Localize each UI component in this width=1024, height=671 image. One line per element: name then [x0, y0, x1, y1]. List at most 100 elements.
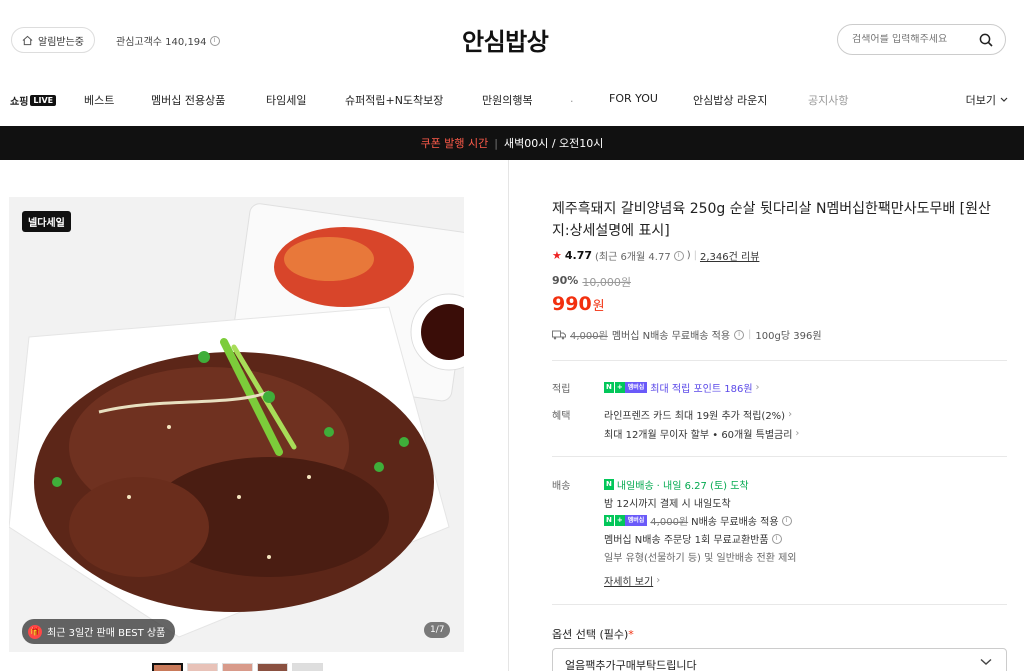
rating-recent: (최근 6개월 4.77 [595, 252, 671, 263]
option-label-text: 옵션 선택 (필수) [552, 628, 629, 641]
product-main-image[interactable] [9, 197, 464, 652]
discount-line: 90% 10,000원 [552, 274, 631, 290]
shipping-text: 멤버십 N배송 무료배송 적용 [611, 331, 731, 342]
best-seller-label: 최근 3일간 판매 BEST 상품 [47, 628, 166, 639]
info-icon[interactable]: i [781, 515, 792, 526]
review-count-link[interactable]: 2,346건 리뷰 [700, 248, 759, 263]
interest-count: 관심고객수 140,194 i [116, 33, 220, 48]
gift-icon: 🎁 [28, 624, 42, 639]
points-label: 적립 [552, 384, 571, 395]
column-divider [508, 160, 509, 671]
star-icon: ★ [552, 249, 562, 262]
nav-item-notice[interactable]: 공지사항 [808, 92, 848, 108]
sale-price: 990 원 [552, 293, 605, 315]
thumbnail-2[interactable] [187, 663, 218, 671]
search-box[interactable] [837, 24, 1006, 55]
rating-summary: ★ 4.77 (최근 6개월 4.77 i ) | 2,346건 리뷰 [552, 248, 759, 263]
info-icon[interactable]: i [734, 329, 745, 340]
price-unit: 원 [592, 299, 605, 314]
alarm-label: 알림받는중 [38, 36, 84, 48]
thumbnail-strip [152, 663, 323, 671]
npay-plus-badge: + [613, 382, 625, 393]
npay-membership-badge: N + 멤버십 [604, 382, 648, 393]
chevron-right-icon: › [755, 382, 760, 393]
coupon-separator: | [494, 136, 498, 150]
store-logo[interactable]: 안심밥상 [462, 22, 549, 57]
npay-n-mini: N [604, 479, 614, 490]
thumbnail-4[interactable] [257, 663, 288, 671]
rating-recent-close: ) [686, 250, 691, 261]
home-icon [22, 35, 33, 45]
search-input[interactable] [852, 34, 972, 45]
delivery-cutoff-text: 밤 12시까지 결제 시 내일도착 [604, 499, 731, 510]
perks-label: 혜택 [552, 411, 571, 422]
perk-card-text: 라인프렌즈 카드 최대 19원 추가 적립(2%) [604, 411, 786, 422]
npay-n-badge: N [604, 382, 614, 393]
delivery-eta-row: N 내일배송 · 내일 6.27 (토) 도착 [604, 477, 749, 492]
alarm-subscribe-button[interactable]: 알림받는중 [11, 27, 95, 53]
search-icon[interactable] [979, 33, 993, 47]
shopping-live-logo[interactable]: 쇼핑 LIVE [10, 93, 57, 108]
thumbnail-1[interactable] [152, 663, 183, 671]
shipping-summary: 4,000원 멤버십 N배송 무료배송 적용 i | 100g당 396원 [552, 327, 822, 342]
perk-installment-row[interactable]: 최대 12개월 무이자 할부 • 60개월 특별금리 › [604, 426, 799, 441]
shipping-original-fee: 4,000원 [570, 331, 608, 342]
next-day-badge: 내일배송 [616, 481, 654, 492]
divider [552, 456, 1007, 457]
delivery-return-row: 멤버십 N배송 주문당 1회 무료교환반품 i [604, 531, 782, 546]
nav-item-dot[interactable]: . [570, 92, 574, 105]
delivery-fee-row: N + 멤버십 4,000원 N배송 무료배송 적용 i [604, 513, 792, 528]
live-tag: LIVE [30, 95, 57, 106]
info-icon[interactable]: i [771, 533, 782, 544]
rating-score: 4.77 [564, 249, 593, 262]
info-icon[interactable]: i [209, 35, 220, 46]
delivery-eta: · 내일 6.27 (토) 도착 [656, 481, 749, 492]
bulgogi-photo [9, 197, 464, 652]
chevron-down-icon [980, 658, 992, 665]
coupon-time-bar: 쿠폰 발행 시간 | 새벽00시 / 오전10시 [0, 126, 1024, 160]
delivery-exclusion-row: 일부 유형(선물하기 등) 및 일반배송 전환 제외 [604, 549, 796, 564]
npay-membership-badge: N + 멤버십 [604, 515, 648, 526]
coupon-label: 쿠폰 발행 시간 [420, 137, 489, 150]
unit-price: 100g당 396원 [755, 331, 822, 342]
delivery-return-text: 멤버십 N배송 주문당 1회 무료교환반품 [604, 535, 769, 546]
thumbnail-3[interactable] [222, 663, 253, 671]
info-icon[interactable]: i [673, 250, 684, 261]
thumbnail-5[interactable] [292, 663, 323, 671]
nav-item-for-you[interactable]: FOR YOU [609, 92, 658, 105]
perk-card-row[interactable]: 라인프렌즈 카드 최대 19원 추가 적립(2%) › [604, 407, 792, 422]
delivery-original-fee: 4,000원 [650, 517, 689, 528]
price-value: 990 [552, 293, 592, 315]
chevron-right-icon: › [788, 409, 793, 420]
option-select[interactable]: 얼음팩추가구매부탁드립니다 [552, 648, 1007, 671]
npay-plus-badge: + [613, 515, 625, 526]
nav-item-membership[interactable]: 멤버십 전용상품 [151, 92, 225, 108]
coupon-time: 새벽00시 / 오전10시 [504, 137, 604, 150]
nav-item-best[interactable]: 베스트 [84, 92, 114, 108]
product-title: 제주흑돼지 갈비양념육 250g 순살 뒷다리살 N멤버십한팩만사도무배 [원산… [552, 201, 991, 239]
chevron-right-icon: › [656, 575, 661, 586]
option-label: 옵션 선택 (필수)* [552, 626, 634, 642]
truck-icon [552, 330, 566, 339]
max-points-text: 최대 적립 포인트 186원 [650, 384, 753, 395]
more-menu-button[interactable]: 더보기 [966, 92, 1008, 108]
delivery-label: 배송 [552, 481, 571, 492]
points-row[interactable]: N + 멤버십 최대 적립 포인트 186원 › [604, 380, 760, 395]
delivery-details-link[interactable]: 자세히 보기 › [604, 573, 660, 588]
npay-n-badge: N [604, 515, 614, 526]
delivery-exclusion-text: 일부 유형(선물하기 등) 및 일반배송 전환 제외 [604, 553, 797, 564]
interest-count-label: 관심고객수 140,194 [116, 37, 207, 48]
nav-item-lounge[interactable]: 안심밥상 라운지 [693, 92, 767, 108]
nav-item-happiness[interactable]: 만원의행복 [482, 92, 533, 108]
discount-percent: 90% [552, 274, 579, 287]
divider [552, 360, 1007, 361]
npay-membership-label: 멤버십 [624, 382, 648, 393]
rating-separator: | [693, 250, 697, 261]
original-price: 10,000원 [582, 276, 631, 289]
nav-item-super-points[interactable]: 슈퍼적립+N도착보장 [345, 92, 443, 108]
nav-item-timesale[interactable]: 타임세일 [266, 92, 306, 108]
image-pager: 1/7 [424, 622, 451, 638]
chevron-down-icon [1000, 97, 1008, 102]
details-link-text: 자세히 보기 [604, 577, 654, 588]
best-seller-badge: 🎁 최근 3일간 판매 BEST 상품 [22, 619, 176, 644]
